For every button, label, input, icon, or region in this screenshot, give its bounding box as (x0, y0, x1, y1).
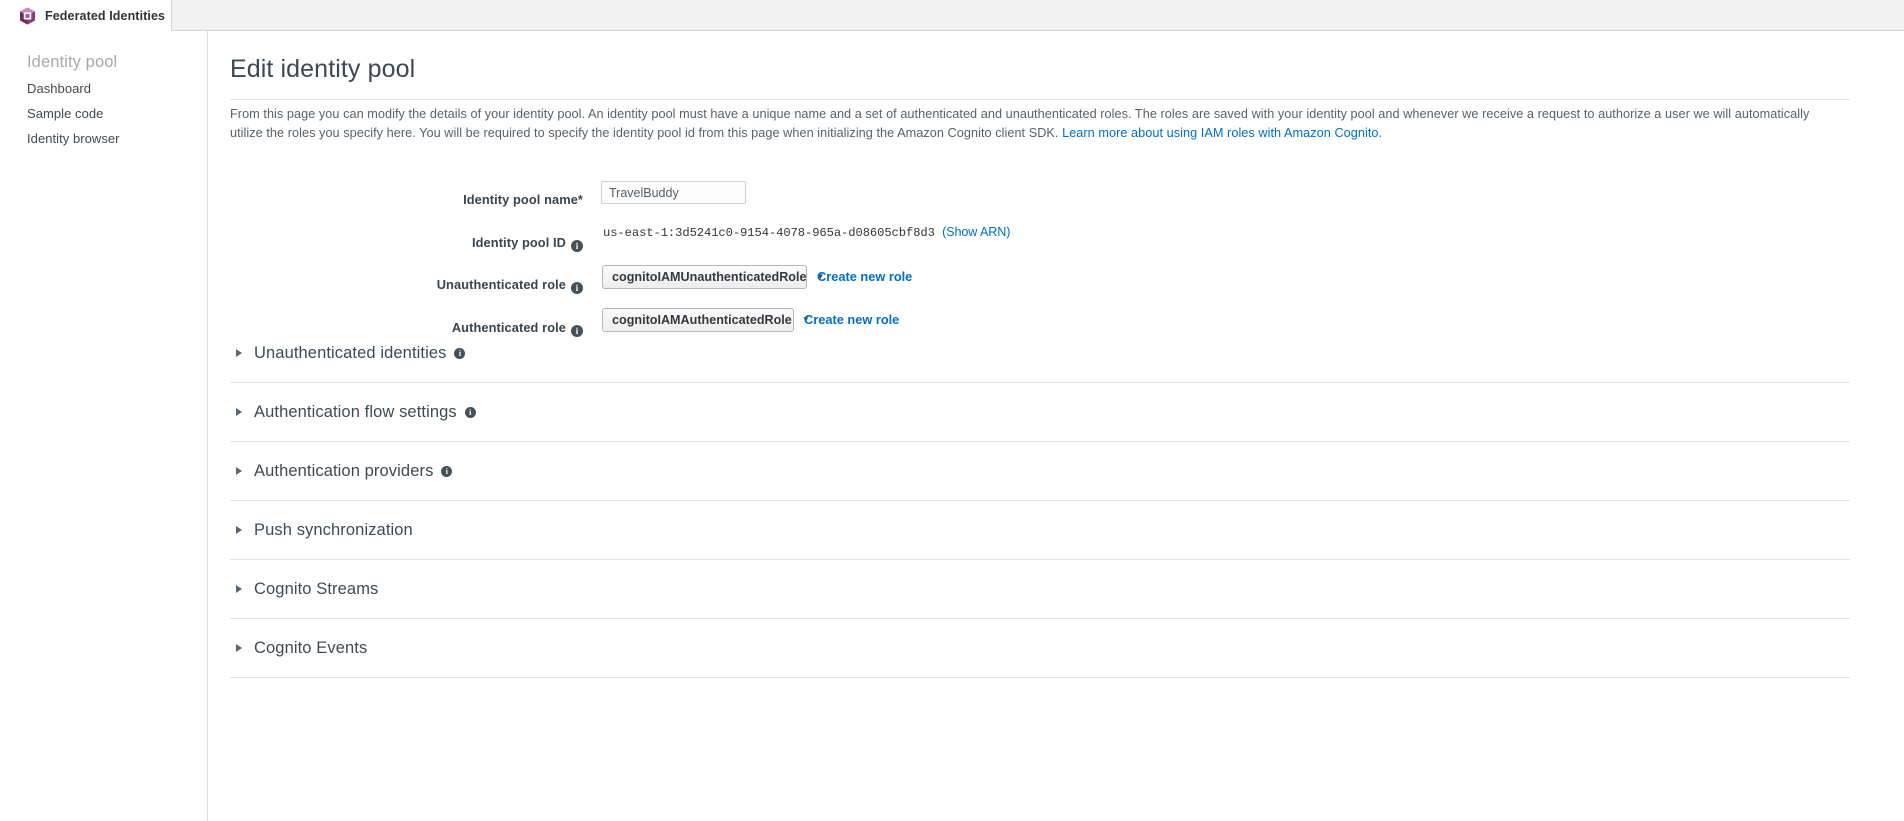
top-bar: Federated Identities (0, 0, 1904, 31)
sidebar-item-sample-code[interactable]: Sample code (27, 106, 103, 121)
create-new-unauth-role-link[interactable]: Create new role (817, 269, 912, 284)
section-cognito-streams[interactable]: Cognito Streams (230, 560, 1850, 619)
app-tab-federated-identities[interactable]: Federated Identities (0, 0, 172, 31)
sidebar-item-dashboard[interactable]: Dashboard (27, 81, 91, 96)
cognito-hexagon-logo-icon (20, 7, 35, 24)
section-label: Cognito Events (254, 638, 368, 657)
info-icon[interactable]: i (464, 406, 476, 418)
pool-id-value-group: us-east-1:3d5241c0-9154-4078-965a-d08605… (603, 225, 1010, 240)
section-authentication-flow-settings[interactable]: Authentication flow settings i (230, 383, 1850, 442)
section-label: Cognito Streams (254, 579, 379, 598)
sidebar-item-identity-browser[interactable]: Identity browser (27, 131, 120, 146)
section-label: Push synchronization (254, 520, 413, 539)
sidebar: Identity pool Dashboard Sample code Iden… (0, 31, 207, 821)
triangle-right-icon (236, 644, 242, 652)
triangle-right-icon (236, 408, 242, 416)
show-arn-link[interactable]: (Show ARN) (942, 225, 1010, 239)
page-description-text: From this page you can modify the detail… (230, 107, 1810, 140)
triangle-right-icon (236, 349, 242, 357)
pool-id-value: us-east-1:3d5241c0-9154-4078-965a-d08605… (603, 226, 935, 240)
triangle-right-icon (236, 585, 242, 593)
content-area: Edit identity pool From this page you ca… (207, 31, 1904, 821)
info-icon[interactable]: i (571, 282, 583, 294)
sidebar-heading: Identity pool (27, 53, 118, 71)
unauth-role-select[interactable]: cognitoIAMUnauthenticatedRole ▼ (602, 265, 824, 289)
section-authentication-providers[interactable]: Authentication providers i (230, 442, 1850, 501)
collapsible-sections: Unauthenticated identities i Authenticat… (230, 324, 1850, 678)
pool-id-label-text: Identity pool ID (471, 235, 566, 250)
title-divider (230, 99, 1850, 100)
iam-roles-learn-more-link[interactable]: Learn more about using IAM roles with Am… (1062, 126, 1382, 140)
section-label: Unauthenticated identities (254, 343, 447, 362)
triangle-right-icon (236, 467, 242, 475)
section-push-synchronization[interactable]: Push synchronization (230, 501, 1850, 560)
triangle-right-icon (236, 526, 242, 534)
section-unauthenticated-identities[interactable]: Unauthenticated identities i (230, 324, 1850, 383)
info-icon[interactable]: i (454, 347, 466, 359)
section-label: Authentication providers (254, 461, 434, 480)
unauth-role-label-text: Unauthenticated role (436, 277, 566, 292)
pool-name-label: Identity pool name* (463, 192, 583, 207)
page-description: From this page you can modify the detail… (230, 105, 1841, 142)
info-icon[interactable]: i (441, 465, 453, 477)
section-cognito-events[interactable]: Cognito Events (230, 619, 1850, 678)
page-title: Edit identity pool (230, 55, 416, 83)
pool-name-input[interactable] (601, 181, 746, 204)
info-icon[interactable]: i (571, 240, 583, 252)
unauth-role-label: Unauthenticated role i (208, 277, 583, 294)
app-title: Federated Identities (45, 8, 166, 23)
pool-id-label: Identity pool ID i (208, 235, 583, 252)
section-label: Authentication flow settings (254, 402, 457, 421)
unauth-role-selected-value: cognitoIAMUnauthenticatedRole (612, 270, 807, 284)
